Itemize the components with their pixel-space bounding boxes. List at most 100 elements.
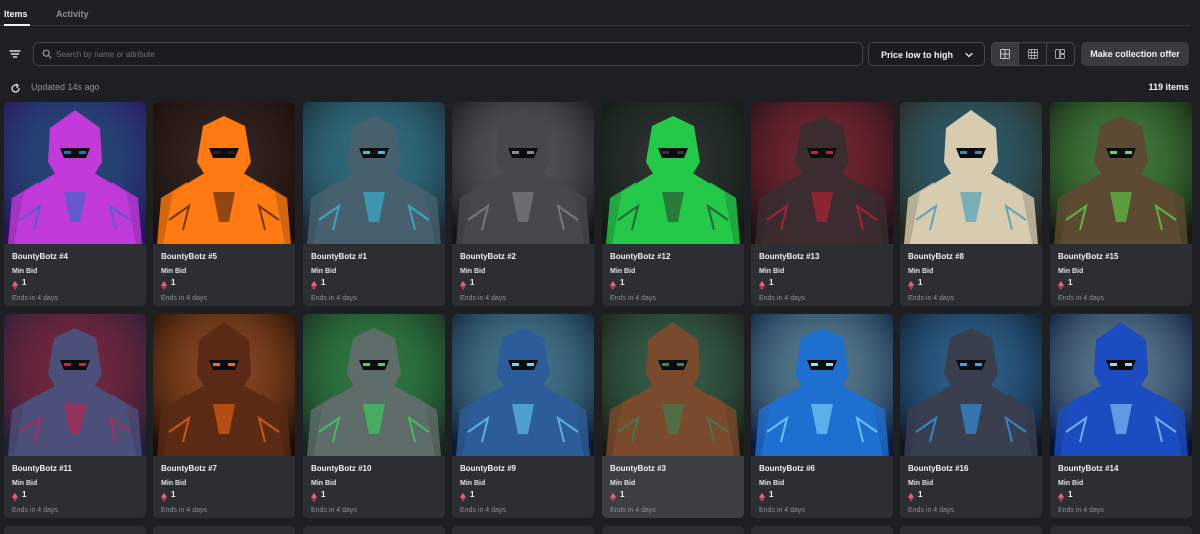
eth-icon [759, 277, 765, 290]
eth-icon [161, 489, 167, 502]
filter-icon[interactable] [8, 47, 22, 61]
min-bid-label: Min Bid [161, 268, 187, 275]
eth-icon [1058, 489, 1064, 502]
item-name: BountyBotz #14 [1058, 464, 1119, 473]
eth-icon [460, 277, 466, 290]
item-card[interactable]: BountyBotz #4 Min Bid 1 Ends in 4 days [4, 102, 146, 306]
auction-ends-text: Ends in 4 days [610, 295, 656, 302]
item-count: 119 items [1148, 82, 1189, 92]
item-image [153, 102, 295, 244]
item-card[interactable]: BountyBotz #16 Min Bid 1 Ends in 4 days [900, 314, 1042, 518]
sort-dropdown[interactable]: Price low to high [868, 42, 985, 66]
refresh-icon[interactable] [10, 81, 21, 93]
item-name: BountyBotz #5 [161, 252, 217, 261]
eth-icon [610, 277, 616, 290]
item-image [303, 102, 445, 244]
item-image [153, 314, 295, 456]
item-card-partial[interactable] [153, 526, 295, 534]
auction-ends-text: Ends in 4 days [908, 507, 954, 514]
item-card-partial[interactable] [751, 526, 893, 534]
item-card[interactable]: BountyBotz #6 Min Bid 1 Ends in 4 days [751, 314, 893, 518]
last-updated-text: Updated 14s ago [31, 82, 100, 92]
item-card-partial[interactable] [452, 526, 594, 534]
eth-icon [759, 489, 765, 502]
item-price: 1 [22, 278, 27, 287]
min-bid-label: Min Bid [759, 268, 785, 275]
auction-ends-text: Ends in 4 days [161, 295, 207, 302]
eth-icon [311, 489, 317, 502]
auction-ends-text: Ends in 4 days [1058, 295, 1104, 302]
item-card[interactable]: BountyBotz #7 Min Bid 1 Ends in 4 days [153, 314, 295, 518]
eth-icon [12, 277, 18, 290]
active-tab-indicator [4, 24, 30, 26]
item-name: BountyBotz #7 [161, 464, 217, 473]
grid-large-view-button[interactable] [992, 43, 1020, 65]
grid-small-view-button[interactable] [1019, 43, 1047, 65]
item-name: BountyBotz #2 [460, 252, 516, 261]
grid-small-icon [1027, 49, 1038, 59]
item-card[interactable]: BountyBotz #10 Min Bid 1 Ends in 4 days [303, 314, 445, 518]
min-bid-label: Min Bid [610, 480, 636, 487]
item-image [602, 102, 744, 244]
auction-ends-text: Ends in 4 days [908, 295, 954, 302]
item-card[interactable]: BountyBotz #11 Min Bid 1 Ends in 4 days [4, 314, 146, 518]
item-name: BountyBotz #10 [311, 464, 372, 473]
tab-activity[interactable]: Activity [56, 9, 89, 19]
item-card[interactable]: BountyBotz #5 Min Bid 1 Ends in 4 days [153, 102, 295, 306]
sort-label: Price low to high [881, 50, 954, 60]
min-bid-label: Min Bid [908, 480, 934, 487]
item-name: BountyBotz #9 [460, 464, 516, 473]
tab-items[interactable]: Items [4, 9, 28, 19]
item-card[interactable]: BountyBotz #9 Min Bid 1 Ends in 4 days [452, 314, 594, 518]
min-bid-label: Min Bid [161, 480, 187, 487]
item-name: BountyBotz #11 [12, 464, 73, 473]
auction-ends-text: Ends in 4 days [759, 507, 805, 514]
item-name: BountyBotz #15 [1058, 252, 1119, 261]
item-card[interactable]: BountyBotz #13 Min Bid 1 Ends in 4 days [751, 102, 893, 306]
item-name: BountyBotz #16 [908, 464, 969, 473]
auction-ends-text: Ends in 4 days [460, 507, 506, 514]
item-price: 1 [1068, 490, 1073, 499]
min-bid-label: Min Bid [610, 268, 636, 275]
item-card-partial[interactable] [303, 526, 445, 534]
min-bid-label: Min Bid [311, 268, 337, 275]
item-price: 1 [769, 278, 774, 287]
item-name: BountyBotz #1 [311, 252, 367, 261]
gallery-view-button[interactable] [1047, 43, 1074, 65]
item-card[interactable]: BountyBotz #14 Min Bid 1 Ends in 4 days [1050, 314, 1192, 518]
item-card[interactable]: BountyBotz #2 Min Bid 1 Ends in 4 days [452, 102, 594, 306]
auction-ends-text: Ends in 4 days [12, 295, 58, 302]
gallery-icon [1055, 49, 1066, 59]
grid-large-icon [1000, 49, 1011, 59]
eth-icon [908, 277, 914, 290]
item-price: 1 [171, 490, 176, 499]
item-card[interactable]: BountyBotz #15 Min Bid 1 Ends in 4 days [1050, 102, 1192, 306]
item-card-partial[interactable] [4, 526, 146, 534]
item-name: BountyBotz #12 [610, 252, 671, 261]
item-card-partial[interactable] [900, 526, 1042, 534]
item-card-partial[interactable] [1050, 526, 1192, 534]
item-card[interactable]: BountyBotz #1 Min Bid 1 Ends in 4 days [303, 102, 445, 306]
eth-icon [908, 489, 914, 502]
item-name: BountyBotz #8 [908, 252, 964, 261]
min-bid-label: Min Bid [12, 268, 38, 275]
eth-icon [12, 489, 18, 502]
item-card[interactable]: BountyBotz #3 Min Bid 1 Ends in 4 days [602, 314, 744, 518]
auction-ends-text: Ends in 4 days [759, 295, 805, 302]
item-card[interactable]: BountyBotz #8 Min Bid 1 Ends in 4 days [900, 102, 1042, 306]
item-price: 1 [321, 490, 326, 499]
item-image [4, 314, 146, 456]
auction-ends-text: Ends in 4 days [12, 507, 58, 514]
item-price: 1 [918, 490, 923, 499]
item-card-partial[interactable] [602, 526, 744, 534]
make-collection-offer-button[interactable]: Make collection offer [1081, 42, 1189, 66]
eth-icon [161, 277, 167, 290]
item-name: BountyBotz #13 [759, 252, 820, 261]
item-image [751, 102, 893, 244]
eth-icon [311, 277, 317, 290]
item-price: 1 [470, 490, 475, 499]
search-input[interactable] [56, 47, 846, 62]
item-card[interactable]: BountyBotz #12 Min Bid 1 Ends in 4 days [602, 102, 744, 306]
min-bid-label: Min Bid [12, 480, 38, 487]
item-image [900, 102, 1042, 244]
